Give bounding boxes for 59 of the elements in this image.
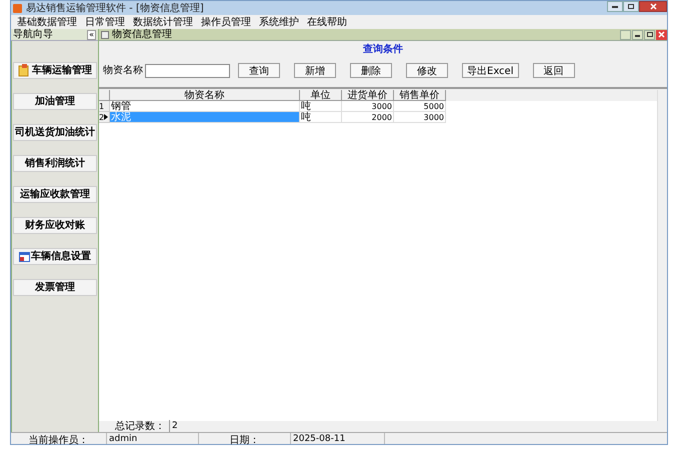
menu-item[interactable]: 数据统计管理 <box>133 14 193 30</box>
close-button[interactable] <box>656 30 667 40</box>
row-header[interactable]: 1 <box>99 101 110 112</box>
maximize-button[interactable] <box>644 30 655 40</box>
toolbar-button[interactable]: 导出Excel <box>462 63 518 78</box>
minimize-button[interactable] <box>607 1 623 12</box>
row-pointer-icon <box>104 114 108 120</box>
nav-title: 导航向导 <box>13 28 53 42</box>
menu-item[interactable]: 系统维护 <box>259 14 299 30</box>
minimize-button[interactable] <box>632 30 643 40</box>
child-window-title: 物资信息管理 <box>112 28 172 42</box>
nav-button[interactable]: 发票管理 <box>13 279 97 296</box>
table-cell: 5000 <box>394 101 446 112</box>
table-cell: 3000 <box>394 112 446 123</box>
menu-item[interactable]: 日常管理 <box>85 14 125 30</box>
status-label: 当前操作员： <box>11 433 107 444</box>
toolbar-button[interactable]: 修改 <box>406 63 448 78</box>
menu-item[interactable]: 在线帮助 <box>307 14 347 30</box>
table-cell: 水泥 <box>110 112 300 123</box>
close-icon <box>658 31 665 38</box>
column-header[interactable]: 物资名称 <box>110 90 300 101</box>
menu-item[interactable]: 操作员管理 <box>201 14 251 30</box>
table-cell: 3000 <box>342 101 394 112</box>
date-value: 2025-08-11 <box>291 433 385 444</box>
table-cell: 2000 <box>342 112 394 123</box>
child-window-icon <box>101 30 109 38</box>
scrollbar[interactable] <box>657 90 667 421</box>
nav-button[interactable]: 运输应收款管理 <box>13 186 97 203</box>
app-icon <box>13 4 22 12</box>
operator-value: admin <box>107 433 199 444</box>
folder-icon <box>18 64 30 77</box>
toolbar-button[interactable]: 删除 <box>350 63 392 78</box>
toolbar-button[interactable]: 新增 <box>294 63 336 78</box>
field-label: 物资名称 <box>103 64 143 78</box>
nav-button[interactable]: 车辆信息设置 <box>13 248 97 265</box>
record-count-label: 总记录数： <box>115 420 166 434</box>
nav-button[interactable]: 司机送货加油统计 <box>13 124 97 141</box>
maximize-button[interactable] <box>623 1 639 12</box>
status-label: 日期： <box>199 433 291 444</box>
column-header[interactable]: 单位 <box>300 90 342 101</box>
collapse-button[interactable]: « <box>87 30 96 40</box>
column-header[interactable]: 进货单价 <box>342 90 394 101</box>
menu-item[interactable]: 基础数据管理 <box>17 14 77 30</box>
window-icon <box>19 252 30 262</box>
toolbar-button[interactable]: 返回 <box>532 63 574 78</box>
window-title: 易达销售运输管理软件 - [物资信息管理] <box>26 2 204 16</box>
table-cell: 吨 <box>300 101 342 112</box>
column-header[interactable]: 销售单价 <box>394 90 446 101</box>
query-title: 查询条件 <box>363 42 403 57</box>
toolbar-button[interactable]: 查询 <box>238 63 280 78</box>
nav-button[interactable]: 加油管理 <box>13 93 97 110</box>
row-header[interactable]: 2 <box>99 112 110 123</box>
nav-button[interactable]: 销售利润统计 <box>13 155 97 172</box>
close-icon <box>650 3 656 10</box>
table-cell: 吨 <box>300 112 342 123</box>
nav-button[interactable]: 财务应收对账 <box>13 217 97 234</box>
close-button[interactable] <box>639 1 667 12</box>
search-field[interactable] <box>145 64 230 78</box>
nav-button[interactable]: 车辆运输管理 <box>13 62 97 79</box>
